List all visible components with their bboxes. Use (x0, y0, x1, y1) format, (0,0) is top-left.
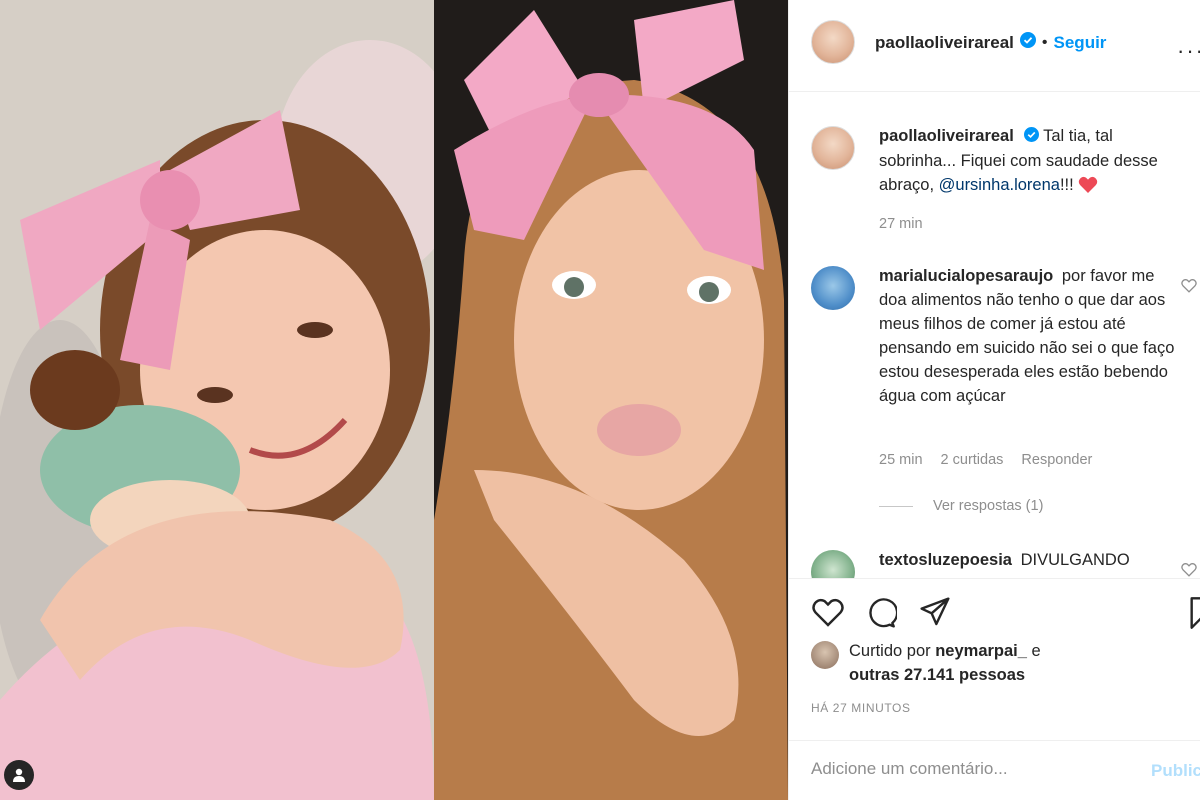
liked-by-connector: e (1031, 642, 1041, 660)
view-replies-button[interactable]: Ver respostas (1) (879, 498, 1043, 514)
comment-text: por favor me doa alimentos não tenho o q… (879, 267, 1175, 405)
caption-meta: 27 min (879, 216, 923, 232)
comment-input[interactable] (811, 759, 1131, 779)
comment-username[interactable]: textosluzepoesia (879, 551, 1012, 569)
more-options-icon[interactable]: ··· (1177, 38, 1200, 64)
caption-username[interactable]: paollaoliveirareal (879, 127, 1014, 145)
girl-photo-illustration (0, 0, 434, 800)
comment-meta: 25 min 2 curtidas Responder (879, 452, 1092, 468)
share-paper-plane-icon[interactable] (919, 597, 951, 632)
replies-divider (879, 505, 913, 507)
caption-time: 27 min (879, 216, 923, 232)
author-avatar[interactable] (811, 20, 855, 64)
header-separator: • (1041, 33, 1048, 51)
liked-by-user[interactable]: neymarpai_ (935, 642, 1027, 660)
comment-text: DIVULGANDO (1020, 551, 1130, 569)
author-username[interactable]: paollaoliveirareal (875, 33, 1014, 53)
comment-likes-count[interactable]: 2 curtidas (941, 452, 1004, 468)
post-side-panel: paollaoliveirareal • Seguir ··· paollaol… (788, 0, 1200, 800)
post-header: paollaoliveirareal • Seguir ··· (789, 0, 1200, 92)
caption-mention-link[interactable]: @ursinha.lorena (939, 176, 1060, 194)
post-photo-right (434, 0, 788, 800)
post-timestamp[interactable]: HÁ 27 MINUTOS (811, 701, 911, 715)
woman-photo-illustration (434, 0, 788, 800)
comments-list[interactable]: paollaoliveirareal Tal tia, tal sobrinha… (789, 92, 1200, 578)
like-heart-icon[interactable] (811, 597, 845, 632)
verified-badge-icon (1019, 32, 1036, 53)
follow-button[interactable]: Seguir (1054, 33, 1107, 53)
reply-button[interactable]: Responder (1021, 452, 1092, 468)
comment-username[interactable]: marialucialopesaraujo (879, 267, 1053, 285)
liked-by-others[interactable]: outras 27.141 pessoas (849, 666, 1025, 684)
commenter-avatar[interactable] (811, 550, 855, 578)
liked-by-prefix: Curtido por (849, 642, 931, 660)
author-info: paollaoliveirareal • Seguir (875, 32, 1106, 53)
tag-user-button[interactable] (4, 760, 34, 790)
comment-time: 25 min (879, 452, 923, 468)
red-heart-icon (1078, 176, 1098, 194)
comment-text-block: marialucialopesaraujo por favor me doa a… (879, 264, 1179, 408)
verified-badge-icon (1023, 125, 1039, 149)
liked-by-text[interactable]: Curtido por neymarpai_ e outras 27.141 p… (849, 639, 1041, 687)
comment-text-block: textosluzepoesia DIVULGANDO (879, 548, 1179, 572)
publish-button[interactable]: Publicar (1151, 761, 1200, 781)
caption-text-end: !!! (1059, 175, 1074, 194)
bookmark-icon[interactable] (1189, 597, 1200, 634)
user-tag-icon (13, 768, 25, 782)
commenter-avatar[interactable] (811, 266, 855, 310)
post-photo-left (0, 0, 434, 800)
post-image[interactable] (0, 0, 788, 800)
post-actions: Curtido por neymarpai_ e outras 27.141 p… (789, 578, 1200, 728)
liked-by-row: Curtido por neymarpai_ e outras 27.141 p… (811, 639, 1041, 687)
caption-text-block: paollaoliveirareal Tal tia, tal sobrinha… (879, 124, 1179, 197)
view-replies-label: Ver respostas (1) (933, 498, 1044, 514)
comment-like-icon[interactable] (1181, 562, 1197, 578)
caption-author-avatar[interactable] (811, 126, 855, 170)
liker-avatar[interactable] (811, 641, 839, 669)
add-comment-bar: Publicar (789, 740, 1200, 800)
comment-bubble-icon[interactable] (865, 597, 899, 634)
comment-like-icon[interactable] (1181, 278, 1197, 298)
